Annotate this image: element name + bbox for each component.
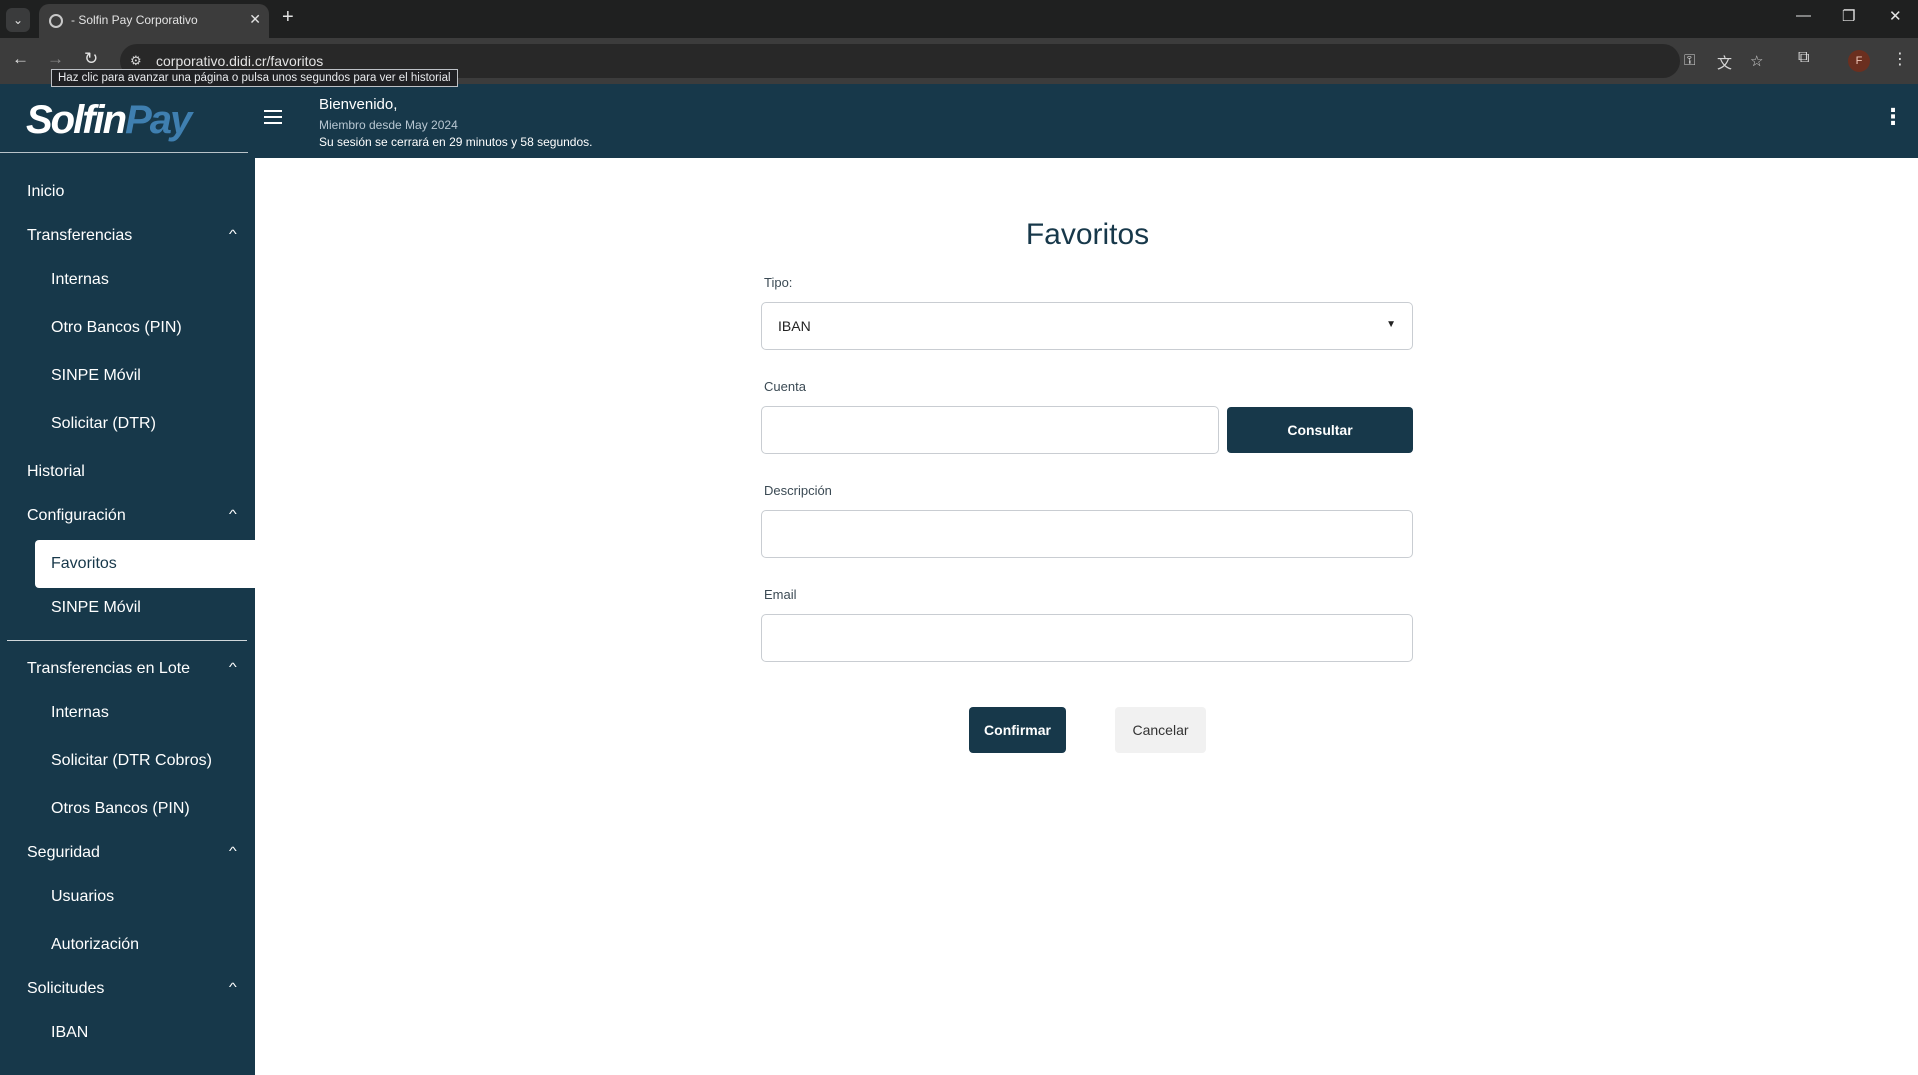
- member-since-text: Miembro desde May 2024: [319, 118, 458, 132]
- tipo-select[interactable]: IBAN ▼: [761, 302, 1413, 350]
- sidebar-item-solicitar-dtr-cobros[interactable]: Solicitar (DTR Cobros): [0, 741, 255, 781]
- sidebar-item-inicio[interactable]: Inicio: [0, 172, 255, 212]
- bookmark-star-icon[interactable]: ☆: [1750, 52, 1763, 70]
- chevron-up-icon: ^: [228, 660, 237, 674]
- page-title: Favoritos: [1025, 218, 1150, 251]
- new-tab-icon[interactable]: +: [282, 6, 294, 29]
- chevron-up-icon: ^: [228, 980, 237, 994]
- chevron-up-icon: ^: [228, 844, 237, 858]
- globe-icon: [49, 14, 63, 28]
- more-options-icon[interactable]: ⋮: [1882, 104, 1904, 130]
- sidebar-item-configuracion[interactable]: Configuración ^: [0, 496, 255, 536]
- sidebar-item-otro-bancos-pin[interactable]: Otro Bancos (PIN): [0, 308, 255, 348]
- password-key-icon[interactable]: ⚿: [1684, 52, 1695, 69]
- email-input[interactable]: [761, 614, 1413, 662]
- tipo-label: Tipo:: [764, 275, 793, 290]
- sidebar-item-solicitudes[interactable]: Solicitudes ^: [0, 969, 255, 1009]
- back-arrow-icon[interactable]: ←: [12, 49, 29, 69]
- url-text: corporativo.didi.cr/favoritos: [156, 53, 324, 69]
- confirmar-button[interactable]: Confirmar: [969, 707, 1066, 753]
- consultar-button[interactable]: Consultar: [1227, 407, 1413, 453]
- restore-icon[interactable]: ❐: [1842, 7, 1855, 25]
- logo-divider: [0, 152, 248, 153]
- cuenta-input[interactable]: [761, 406, 1219, 454]
- chevron-up-icon: ^: [228, 227, 237, 241]
- sidebar-item-sinpe-movil[interactable]: SINPE Móvil: [0, 356, 255, 396]
- site-info-icon[interactable]: ⚙: [130, 53, 142, 69]
- sidebar: Inicio Transferencias ^ Internas Otro Ban…: [0, 158, 255, 1075]
- caret-down-icon: ▼: [1386, 319, 1396, 330]
- profile-avatar[interactable]: F: [1848, 50, 1870, 72]
- close-window-icon[interactable]: ✕: [1889, 7, 1902, 25]
- sidebar-item-config-sinpe-movil[interactable]: SINPE Móvil: [0, 588, 255, 628]
- sidebar-item-internas[interactable]: Internas: [0, 260, 255, 300]
- sidebar-divider: [7, 640, 247, 641]
- sidebar-item-transferencias[interactable]: Transferencias ^: [0, 216, 255, 256]
- browser-menu-icon[interactable]: ⋮: [1892, 49, 1908, 69]
- sidebar-item-autorizacion[interactable]: Autorización: [0, 925, 255, 965]
- hamburger-menu-icon[interactable]: [264, 110, 282, 124]
- sidebar-item-historial[interactable]: Historial: [0, 452, 255, 492]
- forward-tooltip: Haz clic para avanzar una página o pulsa…: [51, 69, 458, 87]
- extensions-icon[interactable]: ⧉: [1798, 49, 1809, 67]
- sidebar-item-favoritos[interactable]: Favoritos: [35, 540, 255, 588]
- browser-tab-bar: ⌄ - Solfin Pay Corporativo ✕ + — ❐ ✕: [0, 0, 1918, 38]
- email-label: Email: [764, 587, 797, 602]
- sidebar-item-iban[interactable]: IBAN: [0, 1013, 255, 1053]
- minimize-icon[interactable]: —: [1796, 7, 1811, 24]
- app-header: SolfinPay Bienvenido, Miembro desde May …: [0, 84, 1918, 158]
- tab-title: - Solfin Pay Corporativo: [71, 13, 198, 27]
- welcome-text: Bienvenido,: [319, 96, 398, 113]
- tab-search-icon[interactable]: ⌄: [6, 8, 30, 32]
- close-tab-icon[interactable]: ✕: [249, 11, 261, 28]
- forward-arrow-icon[interactable]: →: [47, 49, 64, 69]
- sidebar-item-otros-bancos-pin[interactable]: Otros Bancos (PIN): [0, 789, 255, 829]
- session-timer-text: Su sesión se cerrará en 29 minutos y 58 …: [319, 135, 593, 149]
- chevron-up-icon: ^: [228, 507, 237, 521]
- sidebar-item-usuarios[interactable]: Usuarios: [0, 877, 255, 917]
- descripcion-label: Descripción: [764, 483, 832, 498]
- browser-tab[interactable]: - Solfin Pay Corporativo ✕: [39, 4, 269, 38]
- solfin-pay-logo[interactable]: SolfinPay: [26, 98, 192, 143]
- sidebar-item-solicitar-dtr[interactable]: Solicitar (DTR): [0, 404, 255, 444]
- cuenta-label: Cuenta: [764, 379, 806, 394]
- sidebar-item-lote-internas[interactable]: Internas: [0, 693, 255, 733]
- sidebar-item-transferencias-lote[interactable]: Transferencias en Lote ^: [0, 649, 255, 689]
- translate-icon[interactable]: 文: [1717, 52, 1732, 73]
- descripcion-input[interactable]: [761, 510, 1413, 558]
- cancelar-button[interactable]: Cancelar: [1115, 707, 1206, 753]
- tipo-selected-value: IBAN: [778, 318, 811, 334]
- reload-icon[interactable]: ↻: [84, 49, 98, 69]
- sidebar-item-seguridad[interactable]: Seguridad ^: [0, 833, 255, 873]
